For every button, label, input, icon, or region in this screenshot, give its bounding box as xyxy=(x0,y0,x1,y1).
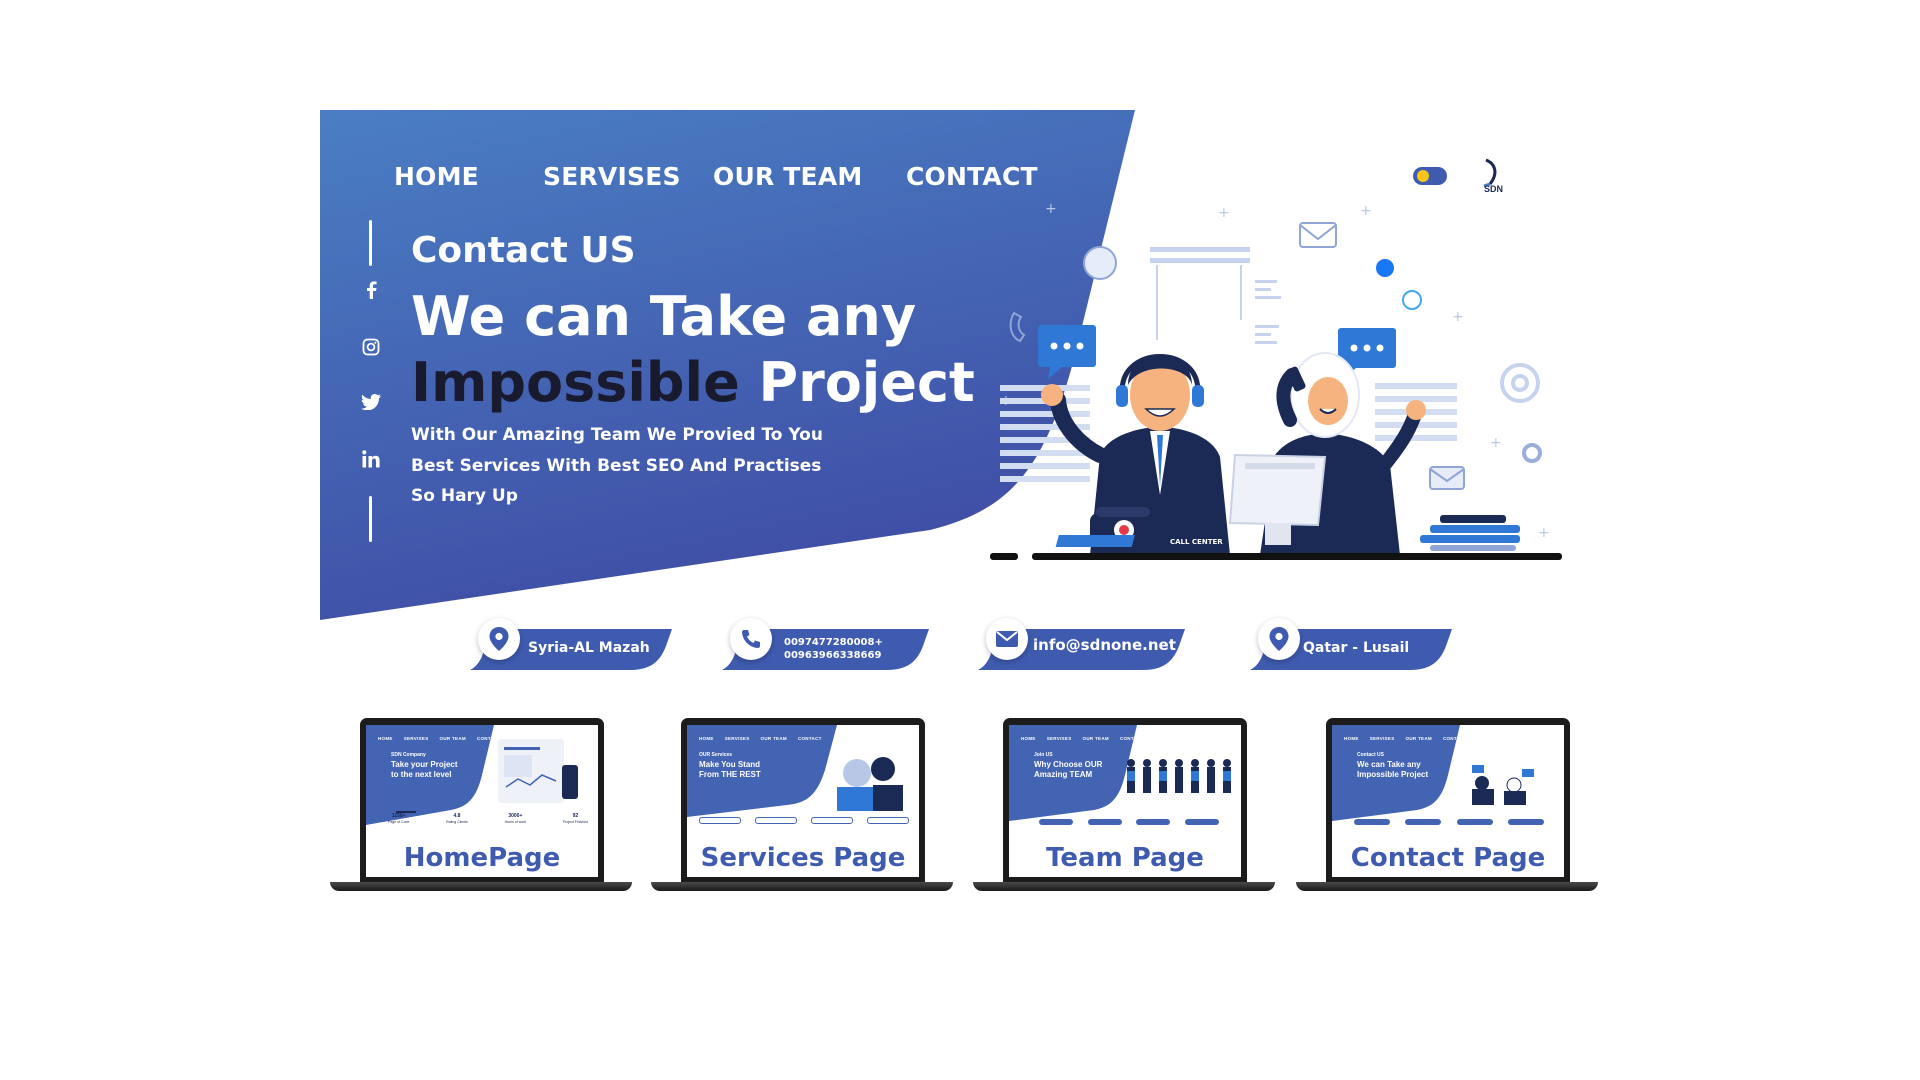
laptop-screen: HOME SERVISES OUR TEAM CONTACT OUR Services… xyxy=(681,718,925,884)
svg-text:+: + xyxy=(1218,205,1230,221)
mini-service-badges xyxy=(699,817,909,824)
social-bar xyxy=(356,220,386,542)
contact-card-location-syria[interactable]: Syria-AL Mazah xyxy=(470,618,675,674)
contact-card-phone[interactable]: 0097477280008+ 00963966338669 xyxy=(722,618,932,674)
contact-card-email[interactable]: info@sdnone.net xyxy=(978,618,1188,674)
ceiling-shelf xyxy=(1150,247,1250,340)
preview-label: Contact Page xyxy=(1350,843,1546,873)
nav-our-team[interactable]: OUR TEAM xyxy=(713,162,862,191)
gear-icon xyxy=(1500,363,1540,403)
mini-nav: HOME SERVISES OUR TEAM CONTACT xyxy=(1021,736,1144,741)
moon-icon xyxy=(1417,170,1429,182)
mail-icon xyxy=(986,618,1028,660)
headline-line-1: We can Take any xyxy=(411,285,917,348)
theme-toggle[interactable] xyxy=(1413,167,1447,185)
mini-headline: Join US Why Choose OUR Amazing TEAM xyxy=(1034,752,1103,779)
chat-bubble-left xyxy=(1038,325,1096,379)
laptop-display: HOME SERVISES OUR TEAM CONTACT Join US Why … xyxy=(1009,725,1241,877)
svg-text:+: + xyxy=(1045,201,1057,217)
laptop-display: HOME SERVISES OUR TEAM CONTACT SDN Company … xyxy=(366,725,598,877)
linkedin-icon[interactable] xyxy=(360,448,382,470)
preview-label: HomePage xyxy=(403,843,561,873)
email-address: info@sdnone.net xyxy=(1033,636,1176,654)
mini-stats: 1158+ Page of Code 4.8 Rating Clients 3000… xyxy=(388,813,588,824)
location-icon xyxy=(1258,618,1300,660)
laptop-base xyxy=(651,882,953,891)
svg-text:+: + xyxy=(1452,309,1464,325)
preview-label: Services Page xyxy=(700,843,906,873)
laptop-screen: HOME SERVISES OUR TEAM CONTACT Contact US W… xyxy=(1326,718,1570,884)
contact-card-location-qatar[interactable]: Qatar - Lusail xyxy=(1250,618,1455,674)
laptop-base xyxy=(330,882,632,891)
hero-headline: We can Take any Impossible Project xyxy=(411,284,1051,416)
mini-headline: OUR Services Make You Stand From THE RES… xyxy=(699,752,761,779)
laptop-display: HOME SERVISES OUR TEAM CONTACT Contact US W… xyxy=(1332,725,1564,877)
preview-contact-page[interactable]: HOME SERVISES OUR TEAM CONTACT Contact US W… xyxy=(1296,718,1598,893)
atom-icon xyxy=(1402,290,1422,310)
gear-icon-small xyxy=(1522,443,1542,463)
contact-card-label: Qatar - Lusail xyxy=(1303,640,1410,656)
laptop-screen: HOME SERVISES OUR TEAM CONTACT Join US Why … xyxy=(1003,718,1247,884)
twitter-icon[interactable] xyxy=(360,391,382,413)
preview-team-page[interactable]: HOME SERVISES OUR TEAM CONTACT Join US Why … xyxy=(973,718,1275,893)
preview-services-page[interactable]: HOME SERVISES OUR TEAM CONTACT OUR Services… xyxy=(651,718,953,893)
logo-text: SDN xyxy=(1484,184,1504,194)
laptop-base xyxy=(973,882,1275,891)
mini-headline: SDN Company Take your Project to the nex… xyxy=(391,752,458,779)
page-subtitle: Contact US xyxy=(411,230,636,271)
mini-contact-badges xyxy=(1039,819,1219,825)
headline-highlight: Impossible xyxy=(411,351,740,414)
preview-label: Team Page xyxy=(1046,843,1204,873)
mini-contact-badges xyxy=(1354,819,1544,825)
nav-contact[interactable]: CONTACT xyxy=(906,162,1038,191)
books-stack xyxy=(1420,515,1520,551)
headline-rest: Project xyxy=(739,351,975,414)
call-center-badge: CALL CENTER xyxy=(1170,538,1223,546)
facebook-bubble-icon xyxy=(1376,259,1394,277)
svg-text:+: + xyxy=(1490,435,1502,451)
mini-nav: HOME SERVISES OUR TEAM CONTACT xyxy=(378,736,501,741)
chat-bubble-icon xyxy=(1083,246,1117,280)
mini-nav: HOME SERVISES OUR TEAM CONTACT xyxy=(1344,736,1467,741)
nav-home[interactable]: HOME xyxy=(394,162,479,191)
phone-number-2: 00963966338669 xyxy=(784,650,882,661)
svg-text:+: + xyxy=(1360,203,1372,219)
laptop-screen: HOME SERVISES OUR TEAM CONTACT SDN Company … xyxy=(360,718,604,884)
call-center-illustration: +++ +++ ++ xyxy=(990,201,1562,560)
phone-number-1: 0097477280008+ xyxy=(784,637,883,648)
mail-icon-small xyxy=(1429,466,1465,490)
social-divider-bottom xyxy=(369,496,372,542)
phone-icon xyxy=(730,618,772,660)
preview-homepage[interactable]: HOME SERVISES OUR TEAM CONTACT SDN Company … xyxy=(330,718,632,893)
facebook-icon[interactable] xyxy=(360,279,382,301)
social-divider-top xyxy=(369,220,372,266)
laptop-base xyxy=(1296,882,1598,891)
phone-outline-icon xyxy=(1009,311,1026,343)
location-icon xyxy=(478,618,520,660)
mini-nav: HOME SERVISES OUR TEAM CONTACT xyxy=(699,736,822,741)
hero-description: With Our Amazing Team We Provied To You … xyxy=(411,425,823,506)
nav-services[interactable]: SERVISES xyxy=(543,162,681,191)
mail-icon xyxy=(1299,222,1337,248)
svg-text:+: + xyxy=(1538,525,1550,541)
list-decoration xyxy=(1255,280,1281,344)
contact-card-label: Syria-AL Mazah xyxy=(528,640,650,656)
laptop-display: HOME SERVISES OUR TEAM CONTACT OUR Services… xyxy=(687,725,919,877)
mini-headline: Contact US We can Take any Impossible Pr… xyxy=(1357,752,1429,779)
instagram-icon[interactable] xyxy=(360,336,382,358)
